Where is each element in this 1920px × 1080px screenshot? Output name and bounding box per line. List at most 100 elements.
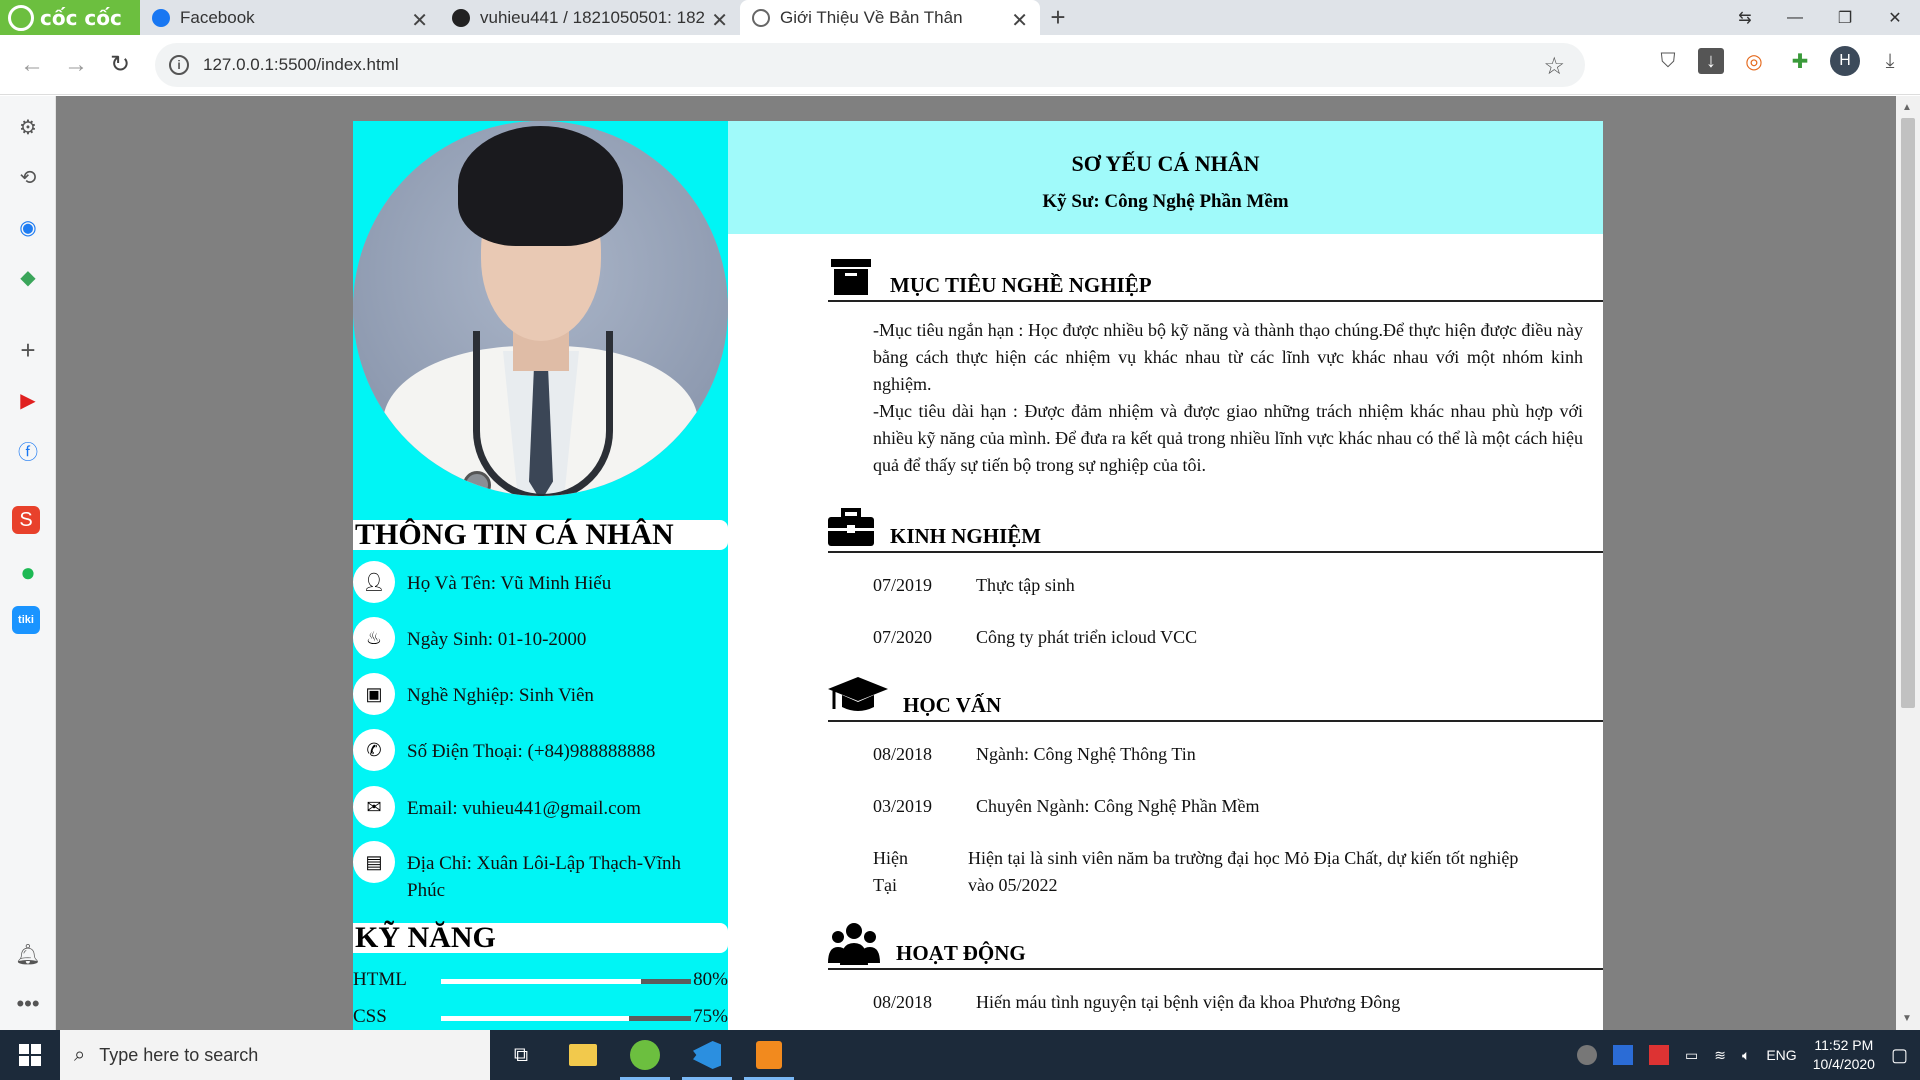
battery-icon[interactable]: ▭ [1685, 1047, 1698, 1064]
info-text: Ngày Sinh: 01-10-2000 [407, 629, 587, 650]
page-scrollbar[interactable]: ▲ ▼ [1896, 96, 1920, 1030]
github-icon [452, 8, 470, 27]
cv-page: THÔNG TIN CÁ NHÂN 👤︎ Họ Và Tên: Vũ Minh … [353, 121, 1603, 1030]
personal-info-title: THÔNG TIN CÁ NHÂN [353, 520, 728, 550]
clock[interactable]: 11:52 PM 10/4/2020 [1813, 1036, 1875, 1074]
phone-icon: ✆ [353, 729, 395, 771]
education-section-header: HỌC VẤN [828, 676, 1603, 722]
profile-photo [353, 121, 728, 496]
coccoc-extension-icon[interactable]: ◎ [1738, 45, 1770, 77]
cv-header: SƠ YẾU CÁ NHÂN Kỹ Sư: Công Nghệ Phần Mềm [728, 121, 1603, 234]
activities-title: HOẠT ĐỘNG [896, 941, 1026, 965]
new-tab-button[interactable]: + [1040, 0, 1076, 35]
url-text[interactable]: 127.0.0.1:5500/index.html [203, 55, 399, 75]
tab-search-icon[interactable]: ⇆ [1720, 0, 1770, 35]
briefcase-icon: ▣ [353, 673, 395, 715]
info-icon[interactable]: i [169, 55, 189, 75]
info-row-name: 👤︎ Họ Và Tên: Vũ Minh Hiếu [353, 561, 728, 603]
experience-section-header: KINH NGHIỆM [828, 507, 1603, 553]
row-text: Hiện tại là sinh viên năm ba trường đại … [968, 848, 1519, 895]
tiki-icon[interactable]: tiki [12, 606, 40, 634]
row-text: Hiến máu tình nguyện tại bệnh viện đa kh… [976, 992, 1401, 1012]
language-indicator[interactable]: ENG [1766, 1047, 1796, 1063]
back-button[interactable]: ← [10, 43, 54, 87]
user-icon: 👤︎ [353, 561, 395, 603]
start-button[interactable] [0, 1030, 60, 1080]
address-bar[interactable]: i 127.0.0.1:5500/index.html ☆ [155, 43, 1585, 87]
window-controls: ⇆ — ❐ ✕ [1720, 0, 1920, 35]
history-icon[interactable]: ⟲ [12, 161, 44, 193]
tab-strip: cốc cốc Facebook ✕ vuhieu441 / 182105050… [0, 0, 1920, 35]
info-row-address: ▤ Địa Chỉ: Xuân Lôi-Lập Thạch-Vĩnh Phúc [353, 841, 728, 904]
word-icon[interactable] [1612, 1045, 1633, 1065]
education-row: 08/2018 Ngành: Công Nghệ Thông Tin [873, 741, 1523, 768]
objective-long: -Mục tiêu dài hạn : Được đảm nhiệm và đư… [873, 401, 1583, 475]
shield-icon[interactable]: ⛉ [1652, 45, 1684, 77]
education-title: HỌC VẤN [903, 693, 1002, 717]
vscode-icon[interactable] [676, 1030, 738, 1080]
coccoc-icon [8, 4, 34, 31]
shopee-icon[interactable]: S [12, 506, 40, 534]
globe-icon [752, 8, 770, 27]
scroll-thumb[interactable] [1901, 118, 1915, 708]
users-icon [828, 923, 880, 965]
system-tray: ▭ ≋ 🔈︎ ENG 11:52 PM 10/4/2020 ▢ [1576, 1030, 1920, 1080]
objective-short: -Mục tiêu ngắn hạn : Học được nhiều bộ k… [873, 320, 1583, 394]
browser-sidebar: ⚙ ⟲ ◉ ◆ + ▶ ⓕ S ● tiki 🔔︎ ••• [0, 96, 56, 1030]
objective-section-header: MỤC TIÊU NGHỀ NGHIỆP [828, 256, 1603, 302]
sublime-text-icon[interactable] [738, 1030, 800, 1080]
scroll-up-icon[interactable]: ▲ [1902, 102, 1912, 113]
add-icon[interactable]: + [12, 334, 44, 366]
maximize-button[interactable]: ❐ [1820, 0, 1870, 35]
forward-button[interactable]: → [54, 43, 98, 87]
file-explorer-icon[interactable] [552, 1030, 614, 1080]
close-icon[interactable]: ✕ [711, 8, 728, 33]
cv-title: SƠ YẾU CÁ NHÂN [1071, 151, 1260, 176]
toolbar-actions: ⛉ ↓ ◎ ✚ H ⤓ [1652, 45, 1920, 77]
close-icon[interactable]: ✕ [411, 8, 428, 33]
row-text: Chuyên Ngành: Công Nghệ Phần Mềm [976, 796, 1260, 816]
clock-date: 10/4/2020 [1812, 1056, 1875, 1072]
tab-gioi-thieu[interactable]: Giới Thiệu Về Bản Thân ✕ [740, 0, 1040, 35]
vivaldi-icon[interactable] [1648, 1045, 1669, 1065]
close-window-button[interactable]: ✕ [1870, 0, 1920, 35]
info-text: Số Điện Thoại: (+84)988888888 [407, 741, 656, 762]
row-date: 08/2018 [873, 992, 933, 1012]
task-view-icon[interactable]: ⧉ [490, 1030, 552, 1080]
taskbar-search[interactable]: ⌕ Type here to search [60, 1030, 490, 1080]
profile-avatar[interactable]: H [1830, 46, 1860, 76]
coccoc-logo[interactable]: cốc cốc [0, 0, 140, 35]
tab-label: vuhieu441 / 1821050501: 182 [480, 7, 705, 27]
bell-icon[interactable]: 🔔︎ [12, 938, 44, 970]
downloads-icon[interactable]: ⤓ [1874, 45, 1906, 77]
row-date: 08/2018 [873, 744, 933, 764]
gear-icon[interactable]: ⚙ [12, 111, 44, 143]
bookmark-star-icon[interactable]: ☆ [1543, 52, 1565, 81]
skill-name: CSS [353, 1006, 387, 1027]
browser-toolbar: ← → ↻ i 127.0.0.1:5500/index.html ☆ ⛉ ↓ … [0, 35, 1920, 95]
youtube-icon[interactable]: ▶ [12, 384, 44, 416]
skype-icon[interactable] [1576, 1045, 1597, 1065]
close-icon[interactable]: ✕ [1011, 8, 1028, 33]
more-icon[interactable]: ••• [12, 988, 44, 1020]
spotify-icon[interactable]: ● [12, 556, 44, 588]
row-text: Thực tập sinh [976, 575, 1075, 595]
puzzle-icon[interactable]: ✚ [1784, 45, 1816, 77]
volume-icon[interactable]: 🔈︎ [1742, 1047, 1750, 1064]
scroll-down-icon[interactable]: ▼ [1902, 1013, 1912, 1024]
messenger-icon[interactable]: ◉ [12, 211, 44, 243]
download-video-icon[interactable]: ↓ [1698, 48, 1724, 74]
info-row-phone: ✆ Số Điện Thoại: (+84)988888888 [353, 729, 728, 771]
minimize-button[interactable]: — [1770, 0, 1820, 35]
facebook-icon[interactable]: ⓕ [12, 434, 44, 466]
notification-icon[interactable]: ▢ [1891, 1045, 1908, 1066]
reload-button[interactable]: ↻ [98, 43, 142, 87]
coccoc-taskbar-icon[interactable] [614, 1030, 676, 1080]
wifi-icon[interactable]: ≋ [1714, 1047, 1726, 1064]
tab-github[interactable]: vuhieu441 / 1821050501: 182 ✕ [440, 0, 740, 35]
cv-subtitle: Kỹ Sư: Công Nghệ Phần Mềm [1042, 191, 1289, 212]
skill-html: HTML 80% [353, 969, 728, 991]
windows-icon [19, 1044, 41, 1066]
tab-facebook[interactable]: Facebook ✕ [140, 0, 440, 35]
game-controller-icon[interactable]: ◆ [12, 261, 44, 293]
